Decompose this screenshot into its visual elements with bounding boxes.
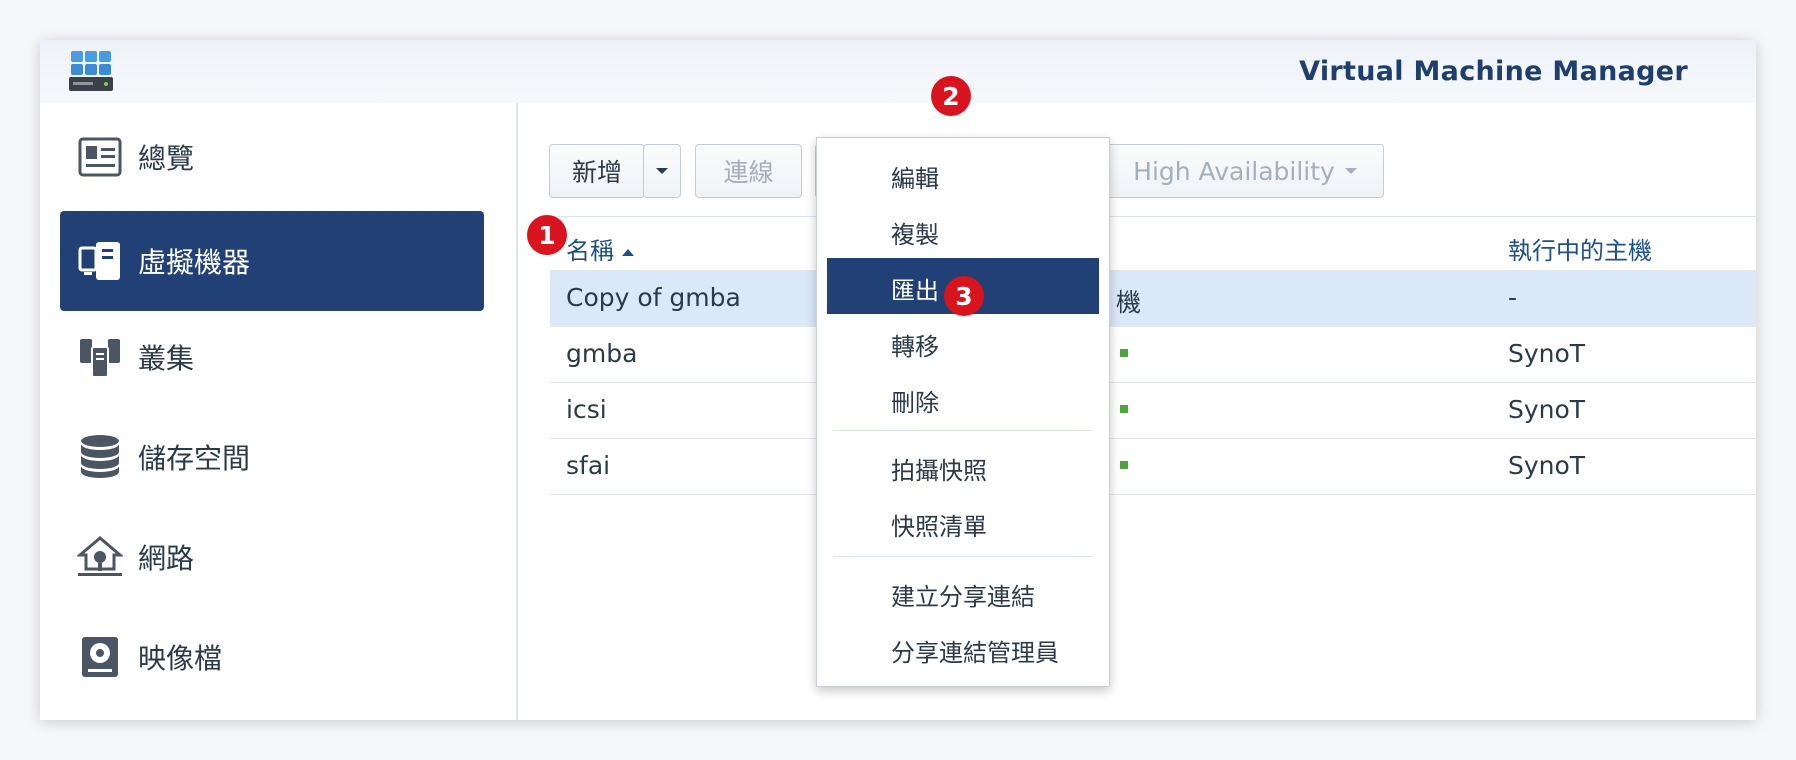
- sidebar-item-label: 網路: [138, 542, 195, 575]
- menu-item-take-snapshot[interactable]: 拍攝快照: [827, 438, 1099, 494]
- running-status-icon: [1120, 349, 1128, 357]
- menu-item-edit[interactable]: 編輯: [827, 146, 1099, 202]
- table-row[interactable]: sfai SynoT: [550, 438, 1756, 495]
- create-button[interactable]: 新增: [549, 144, 645, 198]
- vmm-window: Virtual Machine Manager 總覽 虛擬機器 叢集 儲存空間: [40, 40, 1756, 720]
- vmm-app-icon: [69, 51, 113, 91]
- create-dropdown-button[interactable]: [643, 144, 681, 198]
- table-row[interactable]: gmba SynoT: [550, 326, 1756, 383]
- virtual-machine-icon: [76, 237, 124, 285]
- menu-item-migrate[interactable]: 轉移: [827, 314, 1099, 370]
- sidebar-item-storage[interactable]: 儲存空間: [60, 407, 484, 507]
- sidebar-item-image[interactable]: 映像檔: [60, 607, 484, 707]
- callout-badge-2: 2: [931, 76, 971, 116]
- sidebar-item-network[interactable]: 網路: [60, 507, 484, 607]
- sidebar-item-cluster[interactable]: 叢集: [60, 307, 484, 407]
- sidebar-item-virtual-machine[interactable]: 虛擬機器: [60, 211, 484, 311]
- vm-name-cell: Copy of gmba: [566, 283, 741, 312]
- menu-item-share-link-manager[interactable]: 分享連結管理員: [827, 620, 1099, 676]
- menu-separator: [833, 430, 1093, 431]
- host-cell: SynoT: [1508, 451, 1586, 480]
- running-status-icon: [1120, 461, 1128, 469]
- action-dropdown-menu: 編輯 複製 匯出 轉移 刪除 拍攝快照 快照清單 建立分享連結 分享連結管理員: [816, 137, 1110, 687]
- sort-ascending-icon: [622, 248, 634, 256]
- menu-item-create-share-link[interactable]: 建立分享連結: [827, 564, 1099, 620]
- high-availability-button[interactable]: High Availability: [1106, 144, 1384, 198]
- menu-item-clone[interactable]: 複製: [827, 202, 1099, 258]
- overview-icon: [76, 133, 124, 181]
- running-status-icon: [1120, 405, 1128, 413]
- host-cell: SynoT: [1508, 339, 1586, 368]
- connect-button[interactable]: 連線: [695, 144, 802, 198]
- callout-badge-3: 3: [944, 276, 984, 316]
- host-cell: -: [1508, 283, 1518, 312]
- vm-name-cell: sfai: [566, 451, 611, 480]
- title-bar: Virtual Machine Manager: [40, 40, 1756, 103]
- chevron-down-icon: [1344, 168, 1357, 174]
- storage-icon: [76, 433, 124, 481]
- grid-bottom-border: [550, 494, 1756, 496]
- vm-name-cell: icsi: [566, 395, 607, 424]
- sidebar-item-label: 叢集: [138, 342, 195, 375]
- app-title: Virtual Machine Manager: [1299, 56, 1688, 87]
- chevron-down-icon: [656, 168, 668, 174]
- sidebar-item-label: 映像檔: [138, 642, 223, 675]
- menu-item-snapshot-list[interactable]: 快照清單: [827, 494, 1099, 550]
- column-header-name[interactable]: 名稱: [566, 231, 634, 266]
- vm-name-cell: gmba: [566, 339, 638, 368]
- callout-badge-1: 1: [527, 215, 567, 255]
- connect-button-label: 連線: [723, 158, 774, 187]
- sidebar-item-label: 虛擬機器: [138, 246, 251, 279]
- network-icon: [76, 533, 124, 581]
- sidebar-item-label: 總覽: [138, 142, 195, 175]
- main-panel: 新增 連線 操作 開機 High Availability 名稱 執行中的主機: [518, 103, 1756, 720]
- menu-separator: [833, 556, 1093, 557]
- sidebar-item-label: 儲存空間: [138, 442, 251, 475]
- table-row[interactable]: icsi SynoT: [550, 382, 1756, 439]
- image-icon: [76, 633, 124, 681]
- grid-header: 名稱 執行中的主機: [550, 216, 1756, 271]
- sidebar: 總覽 虛擬機器 叢集 儲存空間 網路 映像檔: [40, 103, 518, 720]
- create-button-label: 新增: [571, 158, 622, 187]
- high-availability-label: High Availability: [1133, 156, 1335, 186]
- sidebar-item-overview[interactable]: 總覽: [60, 107, 484, 207]
- table-row[interactable]: Copy of gmba 機 -: [550, 270, 1756, 327]
- cluster-icon: [76, 333, 124, 381]
- menu-item-delete[interactable]: 刪除: [827, 370, 1099, 426]
- column-header-host[interactable]: 執行中的主機: [1508, 231, 1652, 266]
- host-cell: SynoT: [1508, 395, 1586, 424]
- status-cell: 機: [1116, 288, 1142, 317]
